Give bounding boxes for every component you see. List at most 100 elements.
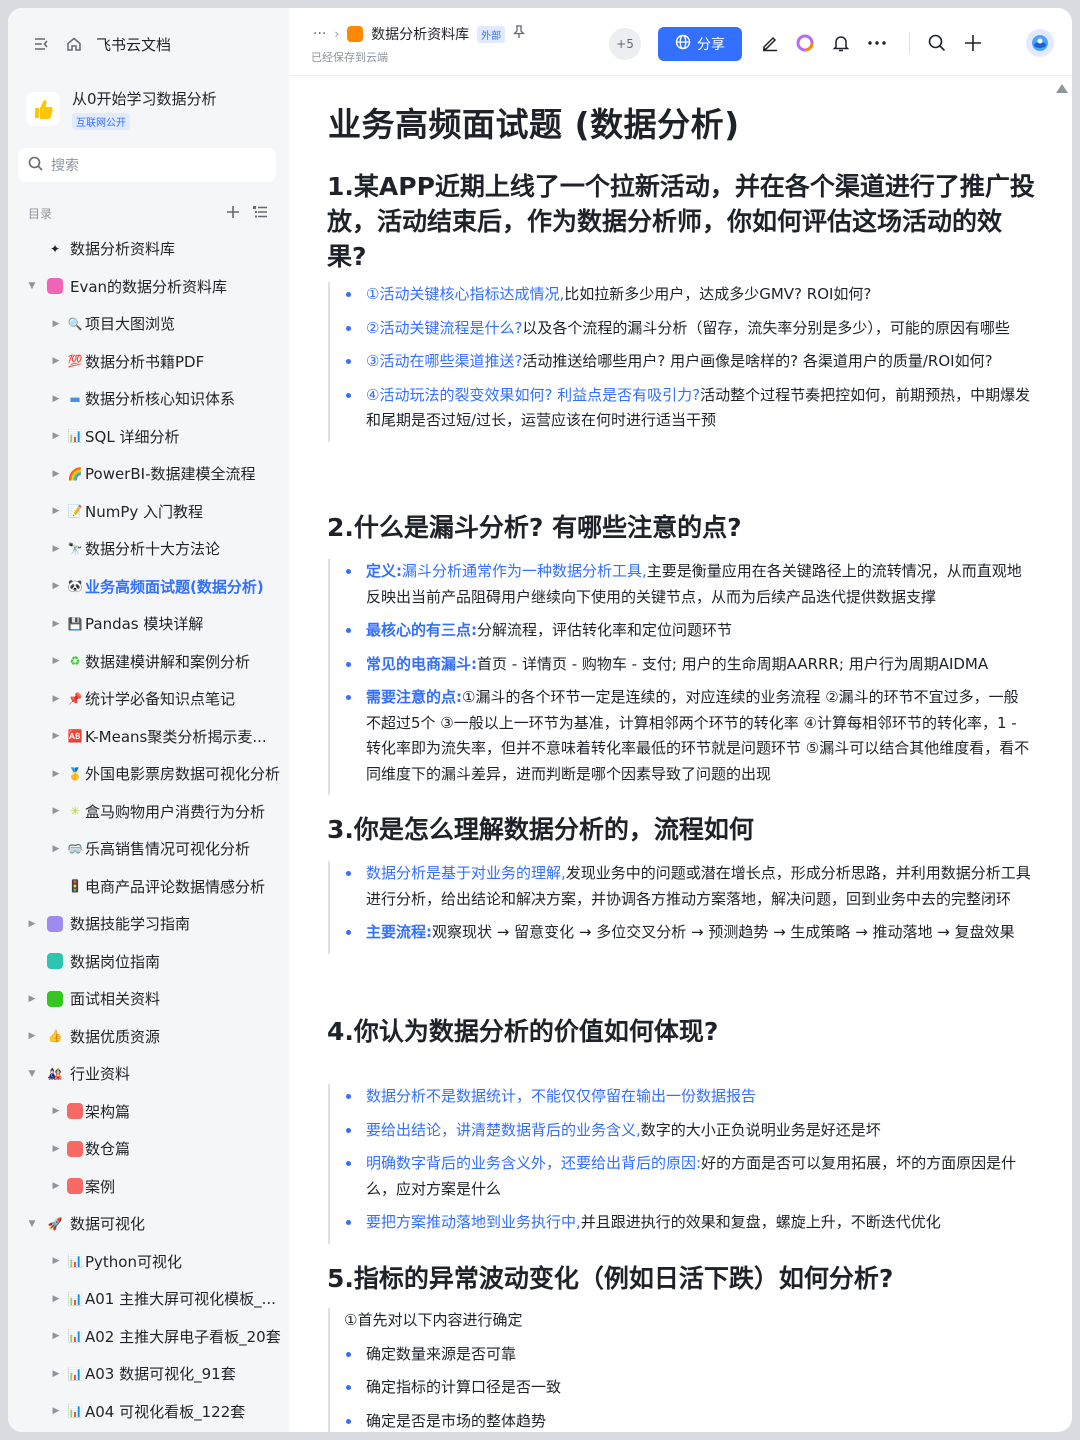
expand-right-icon[interactable]: ▶: [50, 431, 62, 441]
list-intro: ①首先对以下内容进行确定: [344, 1311, 523, 1329]
sidebar-item[interactable]: ▼ 🚀 数据可视化: [8, 1205, 289, 1243]
doc-icon: 📊: [67, 1329, 83, 1344]
sidebar-item[interactable]: ▶ 案例: [8, 1168, 289, 1206]
expand-right-icon[interactable]: ▶: [50, 619, 62, 629]
expand-right-icon[interactable]: ▶: [50, 731, 62, 741]
sidebar-item-label: 数据可视化: [70, 1215, 146, 1234]
sidebar-item[interactable]: ▶ 🥽 乐高销售情况可视化分析: [8, 830, 289, 868]
expand-down-icon[interactable]: ▼: [26, 281, 38, 291]
sidebar-item[interactable]: ▶ 📊 A03 数据可视化_91套: [8, 1355, 289, 1393]
sidebar-item[interactable]: ▶ 📊 Python可视化: [8, 1243, 289, 1281]
new-doc-icon[interactable]: [962, 32, 984, 54]
sidebar-item[interactable]: ▶ 📌 统计学必备知识点笔记: [8, 680, 289, 718]
app-name[interactable]: 飞书云文档: [96, 34, 171, 55]
sidebar-item[interactable]: ▶ 数仓篇: [8, 1130, 289, 1168]
expand-right-icon[interactable]: ▶: [50, 394, 62, 404]
breadcrumb-item[interactable]: 数据分析资料库: [371, 24, 469, 44]
sidebar-item[interactable]: ✦ 数据分析资料库: [8, 230, 289, 268]
expand-right-icon[interactable]: ▶: [50, 1331, 62, 1341]
doc-icon: [66, 1177, 84, 1195]
sidebar-item[interactable]: ▶ 🥇 外国电影票房数据可视化分析: [8, 755, 289, 793]
sidebar-item[interactable]: ▶ ✳ 盒马购物用户消费行为分析: [8, 793, 289, 831]
sidebar-item-label: A01 主推大屏可视化模板_...: [85, 1290, 276, 1309]
expand-right-icon[interactable]: ▶: [50, 581, 62, 591]
body-text: 活动推送给哪些用户? 用户画像是啥样的? 各渠道用户的质量/ROI如何?: [522, 352, 993, 370]
topbar: ··· › 数据分析资料库 外部 已经保存到云端 +5 分享: [289, 8, 1072, 76]
collaborators-count[interactable]: +5: [609, 28, 641, 60]
expand-down-icon[interactable]: ▼: [26, 1069, 38, 1079]
bell-icon[interactable]: [830, 32, 852, 54]
sidebar-item[interactable]: ▼ 🎎 行业资料: [8, 1055, 289, 1093]
collapse-sidebar-icon[interactable]: [32, 34, 52, 54]
search-doc-icon[interactable]: [926, 32, 948, 54]
expand-down-icon[interactable]: ▼: [26, 1219, 38, 1229]
sidebar-item[interactable]: ▶ 📊 SQL 详细分析: [8, 418, 289, 456]
sidebar-item[interactable]: ▶ 🌈 PowerBI-数据建模全流程: [8, 455, 289, 493]
expand-right-icon[interactable]: ▶: [50, 356, 62, 366]
sidebar-item[interactable]: ▶ 📝 NumPy 入门教程: [8, 493, 289, 531]
doc-icon: [46, 990, 64, 1008]
sidebar-item-label: 数据岗位指南: [70, 952, 161, 971]
breadcrumb: ··· › 数据分析资料库 外部: [313, 24, 526, 44]
sidebar-item-label: 案例: [85, 1177, 116, 1196]
sidebar-item[interactable]: ▶ 架构篇: [8, 1093, 289, 1131]
sidebar-item[interactable]: ▶ 📊 A01 主推大屏可视化模板_...: [8, 1280, 289, 1318]
more-options-icon[interactable]: [866, 32, 888, 54]
sidebar-item[interactable]: ▶ 🔭 数据分析十大方法论: [8, 530, 289, 568]
share-label: 分享: [697, 37, 725, 53]
expand-right-icon[interactable]: ▶: [50, 319, 62, 329]
sidebar-item[interactable]: ▶ 📊 A02 主推大屏电子看板_20套: [8, 1318, 289, 1356]
expand-right-icon[interactable]: ▶: [50, 1181, 62, 1191]
expand-right-icon[interactable]: ▶: [50, 844, 62, 854]
sidebar-item[interactable]: ▼ Evan的数据分析资料库: [8, 268, 289, 306]
expand-right-icon[interactable]: ▶: [50, 1369, 62, 1379]
doc-tree: ✦ 数据分析资料库 ▼ Evan的数据分析资料库 ▶ 🔍 项目大图浏览 ▶ 💯 数据分析书籍PDF…: [8, 230, 289, 1430]
expand-right-icon[interactable]: ▶: [50, 1144, 62, 1154]
sidebar-item-label: A02 主推大屏电子看板_20套: [85, 1327, 281, 1346]
sidebar-item[interactable]: ▶ 💾 Pandas 模块详解: [8, 605, 289, 643]
ai-assistant-icon[interactable]: [794, 32, 816, 54]
folder-square-icon: [67, 1178, 83, 1195]
expand-right-icon[interactable]: ▶: [50, 506, 62, 516]
bold-highlight-text: 定义:: [366, 562, 402, 580]
home-icon[interactable]: [64, 34, 84, 54]
sidebar-item[interactable]: ▶ ♻ 数据建模讲解和案例分析: [8, 643, 289, 681]
doc-icon: 📊: [67, 1291, 83, 1306]
expand-right-icon[interactable]: ▶: [50, 1106, 62, 1116]
expand-right-icon[interactable]: ▶: [50, 694, 62, 704]
pin-icon[interactable]: [513, 25, 526, 43]
sidebar-item[interactable]: ▶ ▬ 数据分析核心知识体系: [8, 380, 289, 418]
user-avatar[interactable]: [1026, 29, 1054, 57]
expand-right-icon[interactable]: ▶: [26, 919, 38, 929]
sidebar-item[interactable]: ▶ 🔍 项目大图浏览: [8, 305, 289, 343]
share-button[interactable]: 分享: [658, 27, 742, 61]
expand-right-icon[interactable]: ▶: [50, 1294, 62, 1304]
expand-right-icon[interactable]: ▶: [50, 806, 62, 816]
sidebar-item[interactable]: ▶ 🐼 业务高频面试题(数据分析): [8, 568, 289, 606]
expand-right-icon[interactable]: ▶: [50, 656, 62, 666]
list-item: 确定数量来源是否可靠: [344, 1342, 1033, 1368]
edit-pen-icon[interactable]: [759, 32, 781, 54]
add-icon[interactable]: [226, 205, 240, 222]
sidebar-item[interactable]: ▶ 💯 数据分析书籍PDF: [8, 343, 289, 381]
outline-list-icon[interactable]: [252, 205, 268, 222]
body-text: 首页 - 详情页 - 购物车 - 支付; 用户的生命周期AARRR; 用户行为周…: [477, 654, 989, 673]
expand-right-icon[interactable]: ▶: [26, 1031, 38, 1041]
sidebar-item[interactable]: 数据岗位指南: [8, 943, 289, 981]
search-input[interactable]: 搜索: [18, 148, 276, 182]
sidebar-item[interactable]: ▶ 👍 数据优质资源: [8, 1018, 289, 1056]
list-item: 数据分析不是数据统计，不能仅仅停留在输出一份数据报告: [344, 1084, 1033, 1110]
sidebar-item[interactable]: 🚦 电商产品评论数据情感分析: [8, 868, 289, 906]
expand-right-icon[interactable]: ▶: [26, 994, 38, 1004]
sidebar-item[interactable]: ▶ 数据技能学习指南: [8, 905, 289, 943]
expand-right-icon[interactable]: ▶: [50, 544, 62, 554]
expand-right-icon[interactable]: ▶: [50, 1406, 62, 1416]
expand-right-icon[interactable]: ▶: [50, 1256, 62, 1266]
expand-right-icon[interactable]: ▶: [50, 469, 62, 479]
expand-right-icon[interactable]: ▶: [50, 769, 62, 779]
sidebar-item[interactable]: ▶ 📊 A04 可视化看板_122套: [8, 1393, 289, 1431]
sidebar-item[interactable]: ▶ 🆎 K-Means聚类分析揭示麦...: [8, 718, 289, 756]
sidebar-item[interactable]: ▶ 面试相关资料: [8, 980, 289, 1018]
space-header[interactable]: 从0开始学习数据分析 互联网公开: [26, 86, 276, 132]
breadcrumb-more-icon[interactable]: ···: [313, 26, 326, 42]
